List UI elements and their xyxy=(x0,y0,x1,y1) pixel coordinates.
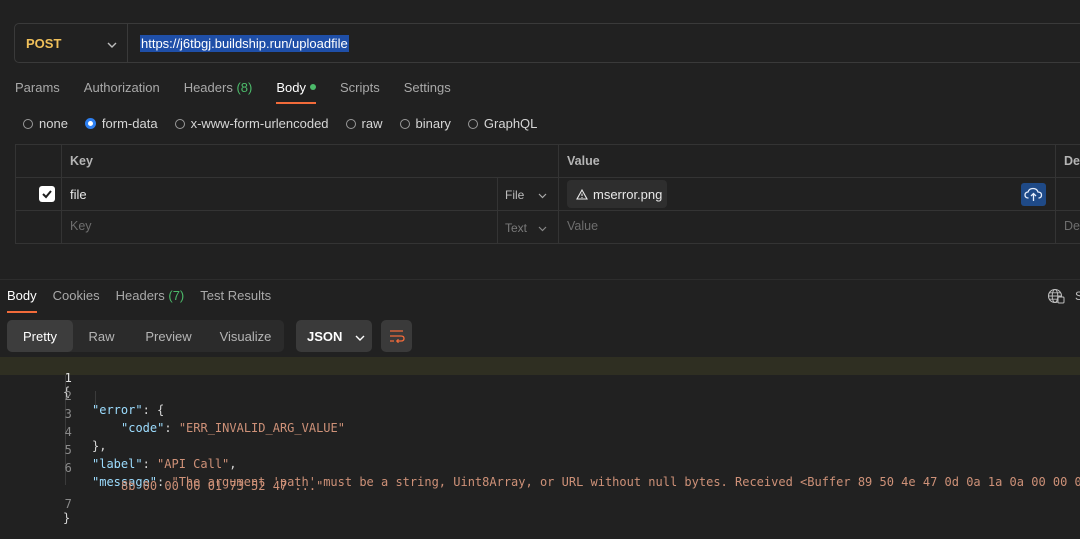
radio-urlencoded[interactable]: x-www-form-urlencoded xyxy=(174,116,329,131)
line-number: 7 xyxy=(64,497,72,511)
radio-urlencoded-label: x-www-form-urlencoded xyxy=(190,116,329,131)
new-description-input[interactable]: De xyxy=(1064,219,1080,233)
method-select[interactable]: POST xyxy=(15,36,127,51)
divider xyxy=(1055,145,1056,243)
radio-binary-label: binary xyxy=(415,116,451,131)
divider xyxy=(61,145,62,243)
chevron-down-icon xyxy=(538,226,547,232)
view-raw[interactable]: Raw xyxy=(73,320,130,352)
column-header-key: Key xyxy=(70,154,93,168)
response-tab-body[interactable]: Body xyxy=(7,288,37,313)
code-line: 1 { xyxy=(0,357,1080,399)
row-type-label: File xyxy=(505,188,525,202)
wrap-lines-button[interactable] xyxy=(381,320,412,352)
response-tab-headers-label: Headers xyxy=(115,288,165,303)
cloud-upload-icon xyxy=(1024,187,1043,201)
code-line: 8b 00 00 00 01 73 52 47 ..." xyxy=(0,465,1080,493)
chevron-down-icon xyxy=(107,36,117,51)
code-line: 3 "code": "ERR_INVALID_ARG_VALUE" xyxy=(0,393,1080,435)
response-tab-headers[interactable]: Headers (7) xyxy=(116,288,185,311)
request-url-bar: POST https://j6tbgj.buildship.run/upload… xyxy=(14,23,1080,63)
code-line: 4 }, xyxy=(0,411,1080,453)
divider xyxy=(0,279,1080,280)
code-line: 6 "message": "The argument 'path' must b… xyxy=(0,447,1080,489)
view-pretty[interactable]: Pretty xyxy=(7,320,73,352)
response-headers-count: (7) xyxy=(168,288,185,303)
radio-circle-icon xyxy=(399,118,410,129)
radio-graphql[interactable]: GraphQL xyxy=(467,116,538,131)
new-key-input[interactable]: Key xyxy=(70,219,92,233)
radio-graphql-label: GraphQL xyxy=(483,116,538,131)
radio-circle-icon xyxy=(345,118,356,129)
code-line: 2 "error": { xyxy=(0,375,1080,417)
radio-raw[interactable]: raw xyxy=(345,116,383,131)
response-tabs: Body Cookies Headers (7) Test Results xyxy=(7,288,287,313)
tab-params[interactable]: Params xyxy=(15,80,60,102)
wrap-lines-icon xyxy=(390,330,405,344)
radio-binary[interactable]: binary xyxy=(399,116,451,131)
chevron-down-icon xyxy=(538,193,547,199)
radio-raw-label: raw xyxy=(361,116,383,131)
response-tab-cookies[interactable]: Cookies xyxy=(53,288,100,311)
tab-headers-label: Headers xyxy=(183,80,233,95)
new-type-label: Text xyxy=(505,221,528,235)
checkmark-icon xyxy=(42,190,52,199)
headers-count: (8) xyxy=(236,80,253,95)
tab-scripts[interactable]: Scripts xyxy=(340,80,380,102)
column-header-description: Des xyxy=(1064,154,1080,168)
radio-circle-icon xyxy=(23,118,33,129)
divider xyxy=(127,24,128,62)
radio-none-label: none xyxy=(39,116,68,131)
tab-body[interactable]: Body xyxy=(276,80,316,104)
globe-icon xyxy=(1047,288,1065,304)
row-enabled-checkbox[interactable] xyxy=(39,186,55,202)
tab-body-label: Body xyxy=(276,80,306,95)
tab-authorization[interactable]: Authorization xyxy=(84,80,160,102)
view-mode-segmented: Pretty Raw Preview Visualize xyxy=(7,320,284,352)
file-chip[interactable]: mserror.png xyxy=(567,180,667,208)
view-preview[interactable]: Preview xyxy=(130,320,207,352)
divider xyxy=(558,145,559,243)
view-visualize[interactable]: Visualize xyxy=(207,320,284,352)
tab-settings[interactable]: Settings xyxy=(404,80,451,102)
url-input[interactable]: https://j6tbgj.buildship.run/uploadfile xyxy=(140,34,349,52)
column-header-value: Value xyxy=(567,154,600,168)
divider xyxy=(16,210,1080,211)
code-line: 7 } xyxy=(0,483,1080,525)
format-select[interactable]: JSON xyxy=(296,320,372,352)
code-line: 5 "label": "API Call", xyxy=(0,429,1080,471)
form-data-table: Key Value Des file File mserror.png Key … xyxy=(15,144,1080,244)
network-globe-button[interactable] xyxy=(1047,288,1065,307)
response-tab-test-results[interactable]: Test Results xyxy=(200,288,271,311)
file-name: mserror.png xyxy=(593,186,663,202)
code-text: } xyxy=(63,511,71,525)
warning-icon xyxy=(576,188,588,200)
radio-none[interactable]: none xyxy=(23,116,68,131)
modified-dot-icon xyxy=(309,84,316,90)
divider xyxy=(497,178,498,243)
tab-headers[interactable]: Headers (8) xyxy=(184,80,253,102)
radio-selected-icon xyxy=(84,118,96,129)
new-type-select[interactable]: Text xyxy=(505,221,547,235)
request-tabs: Params Authorization Headers (8) Body Sc… xyxy=(15,80,475,104)
chevron-down-icon xyxy=(355,329,365,344)
new-value-input[interactable]: Value xyxy=(567,219,598,233)
response-extra-label: S xyxy=(1075,289,1080,303)
method-label: POST xyxy=(26,35,62,51)
radio-circle-icon xyxy=(467,118,478,129)
radio-circle-icon xyxy=(174,118,185,129)
row-key-input[interactable]: file xyxy=(70,187,87,202)
body-type-radio-group: none form-data x-www-form-urlencoded raw… xyxy=(23,116,554,131)
radio-form-data[interactable]: form-data xyxy=(84,116,158,131)
row-type-select[interactable]: File xyxy=(505,188,547,202)
radio-form-data-label: form-data xyxy=(101,116,158,131)
format-label: JSON xyxy=(307,328,343,344)
upload-file-button[interactable] xyxy=(1021,183,1046,206)
divider xyxy=(16,177,1080,178)
